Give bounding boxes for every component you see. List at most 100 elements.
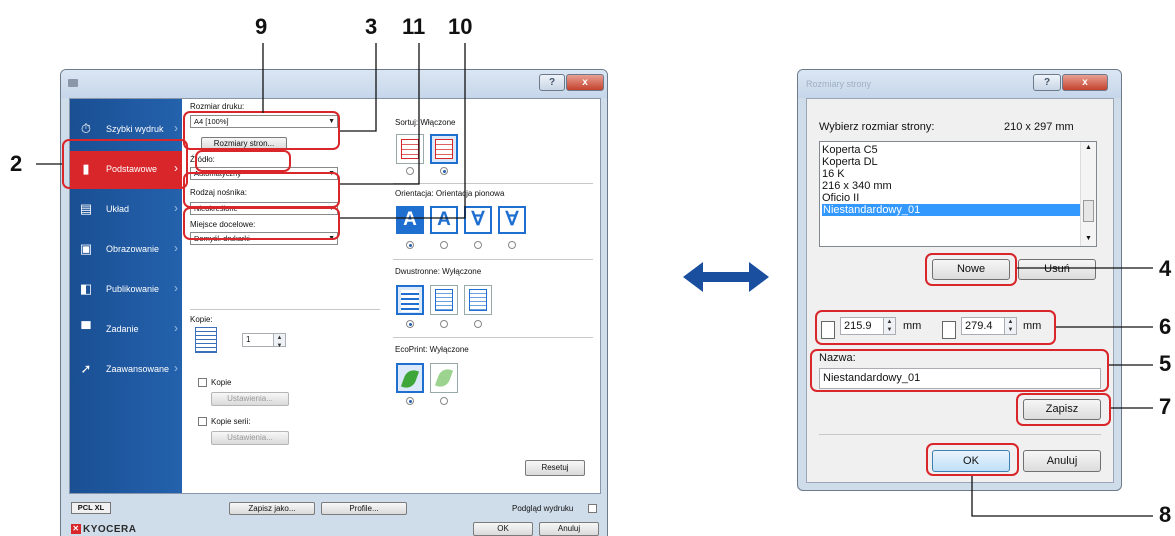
orientation-radio-4[interactable]: [508, 241, 516, 249]
job-icon: ▀: [81, 321, 91, 336]
ecoprint-off-tile[interactable]: [396, 363, 424, 393]
leaf-icon: [400, 367, 420, 391]
chevron-right-icon: ›: [174, 321, 178, 335]
highlight-page-sizes: [195, 150, 291, 172]
layout-icon: ▤: [79, 201, 93, 216]
landscape-rotated-button[interactable]: ∀: [498, 206, 526, 234]
help-button[interactable]: ?: [1033, 74, 1061, 91]
highlight-name: [810, 349, 1109, 392]
copies-stepper[interactable]: 1 ▲ ▼: [242, 333, 286, 349]
copy-series-checkbox[interactable]: [198, 417, 207, 426]
pcl-button[interactable]: PCL XL: [71, 502, 111, 514]
portrait-button[interactable]: A: [396, 206, 424, 234]
orientation-radio-1[interactable]: [406, 241, 414, 249]
help-button[interactable]: ?: [539, 74, 565, 91]
uncollated-radio[interactable]: [406, 167, 414, 175]
sidebar-item-imaging[interactable]: ▣ Obrazowanie ›: [70, 231, 182, 269]
list-item[interactable]: 16 K: [822, 168, 845, 180]
list-item-selected[interactable]: Niestandardowy_01: [822, 204, 1080, 216]
delete-button[interactable]: Usuń: [1018, 259, 1096, 280]
highlight-new: [925, 253, 1017, 286]
scroll-thumb[interactable]: [1083, 200, 1094, 222]
duplex-radio-3[interactable]: [474, 320, 482, 328]
collate-icon: [435, 139, 453, 159]
callout-7: 7: [1159, 394, 1172, 419]
simplex-tile[interactable]: [396, 285, 424, 315]
ok-button[interactable]: OK: [473, 522, 533, 536]
divider: [393, 259, 593, 260]
dialog-footer: PCL XL Zapisz jako... Profile... Podgląd…: [69, 502, 601, 516]
cancel-button[interactable]: Anuluj: [1023, 450, 1101, 472]
callout-3: 3: [365, 14, 378, 39]
portrait-rotated-button[interactable]: ∀: [464, 206, 492, 234]
sidebar-item-advanced[interactable]: ➚ Zaawansowane ›: [70, 351, 182, 389]
print-size-label: Rozmiar druku:: [190, 102, 245, 111]
collate-label: Sortuj: Włączone: [395, 118, 456, 127]
sidebar-item-label: Zadanie: [106, 324, 139, 334]
ecoprint-label: EcoPrint: Wyłączone: [395, 345, 469, 354]
landscape-button[interactable]: A: [430, 206, 458, 234]
divider: [393, 337, 593, 338]
preview-label: Podgląd wydruku: [512, 504, 574, 513]
close-button[interactable]: x: [1062, 74, 1108, 91]
highlight-basic: [62, 139, 188, 189]
save-as-button[interactable]: Zapisz jako...: [229, 502, 315, 515]
highlight-save: [1016, 393, 1111, 426]
close-button[interactable]: x: [566, 74, 604, 91]
ecoprint-radio-1[interactable]: [406, 397, 414, 405]
current-size-value: 210 x 297 mm: [1004, 121, 1074, 133]
duplex-short-tile[interactable]: [464, 285, 492, 315]
stopwatch-icon: ⏱: [80, 121, 92, 136]
duplex-long-tile[interactable]: [430, 285, 458, 315]
callout-10: 10: [448, 14, 473, 39]
reset-button[interactable]: Resetuj: [525, 460, 585, 476]
ecoprint-radio-2[interactable]: [440, 397, 448, 405]
scroll-up-icon[interactable]: ▲: [1085, 144, 1092, 151]
highlight-media-type: [183, 207, 340, 240]
list-item[interactable]: Oficio II: [822, 192, 859, 204]
sidebar-item-publishing[interactable]: ◧ Publikowanie ›: [70, 271, 182, 309]
spin-buttons[interactable]: ▲ ▼: [273, 334, 285, 349]
orientation-radio-3[interactable]: [474, 241, 482, 249]
simplex-icon: [401, 290, 419, 312]
title-bar[interactable]: Rozmiary strony ? x: [798, 70, 1121, 98]
highlight-print-size: [183, 111, 340, 150]
sidebar-item-layout[interactable]: ▤ Układ ›: [70, 191, 182, 229]
copy-series-settings-button[interactable]: Ustawienia...: [211, 431, 289, 445]
printer-icon: [68, 79, 78, 87]
kyocera-logo-mark: ✕: [71, 524, 81, 534]
chevron-right-icon: ›: [174, 281, 178, 295]
kyocera-logo: ✕ KYOCERA: [71, 524, 137, 535]
duplex-label: Dwustronne: Wyłączone: [395, 267, 482, 276]
vertical-scrollbar[interactable]: ▲ ▼: [1080, 142, 1096, 246]
leaf-icon: [434, 366, 454, 390]
preview-checkbox[interactable]: [588, 504, 597, 513]
list-item[interactable]: Koperta DL: [822, 156, 878, 168]
copies-checkbox[interactable]: [198, 378, 207, 387]
page-size-list[interactable]: Koperta C5 Koperta DL 16 K 216 x 340 mm …: [819, 141, 1097, 247]
uncollated-tile[interactable]: [396, 134, 424, 164]
sidebar-item-job[interactable]: ▀ Zadanie ›: [70, 311, 182, 349]
cancel-button[interactable]: Anuluj: [539, 522, 599, 536]
copies-settings-button[interactable]: Ustawienia...: [211, 392, 289, 406]
ecoprint-on-tile[interactable]: [430, 363, 458, 393]
collated-radio[interactable]: [440, 167, 448, 175]
callout-9: 9: [255, 14, 268, 39]
orientation-radio-2[interactable]: [440, 241, 448, 249]
double-arrow-icon: [683, 262, 769, 292]
duplex-radio-2[interactable]: [440, 320, 448, 328]
image-icon: ▣: [79, 241, 93, 256]
list-item[interactable]: 216 x 340 mm: [822, 180, 892, 192]
highlight-source: [183, 172, 340, 208]
list-item[interactable]: Koperta C5: [822, 144, 878, 156]
collated-tile[interactable]: [430, 134, 458, 164]
scroll-down-icon[interactable]: ▼: [1085, 235, 1092, 242]
copies-check-label: Kopie: [211, 378, 232, 387]
title-bar[interactable]: ? x: [61, 70, 607, 98]
sidebar-item-label: Obrazowanie: [106, 244, 160, 254]
duplex-radio-1[interactable]: [406, 320, 414, 328]
duplex-long-icon: [435, 289, 453, 311]
copies-icon: [195, 327, 217, 353]
divider: [190, 309, 380, 310]
profiles-button[interactable]: Profile...: [321, 502, 407, 515]
